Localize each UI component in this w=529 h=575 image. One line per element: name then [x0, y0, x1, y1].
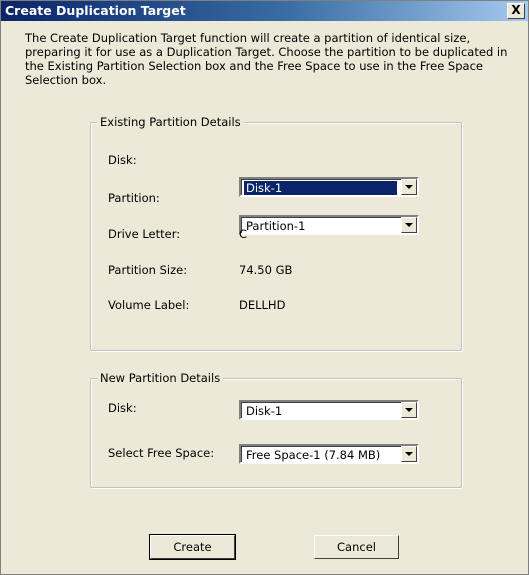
- existing-disk-label: Disk:: [108, 153, 137, 167]
- chevron-down-icon[interactable]: [401, 217, 417, 233]
- existing-disk-value: Disk-1: [244, 181, 397, 195]
- description-text: The Create Duplication Target function w…: [25, 31, 508, 87]
- drive-letter-label: Drive Letter:: [108, 227, 181, 241]
- create-button[interactable]: Create: [149, 534, 236, 560]
- dialog-title: Create Duplication Target: [5, 3, 186, 18]
- existing-disk-select[interactable]: Disk-1: [239, 177, 419, 197]
- free-space-value: Free Space-1 (7.84 MB): [246, 448, 381, 462]
- existing-partition-legend: Existing Partition Details: [97, 115, 244, 129]
- new-disk-select[interactable]: Disk-1: [239, 400, 419, 420]
- existing-partition-group: Existing Partition Details Disk: Disk-1 …: [90, 115, 462, 351]
- create-duplication-target-dialog: Create Duplication Target X The Create D…: [0, 0, 529, 575]
- drive-letter-value: C: [239, 227, 248, 241]
- volume-label-label: Volume Label:: [108, 298, 190, 312]
- volume-label-value: DELLHD: [239, 298, 286, 312]
- chevron-down-icon[interactable]: [401, 446, 417, 462]
- new-partition-legend: New Partition Details: [97, 371, 224, 385]
- new-disk-value: Disk-1: [246, 404, 283, 418]
- existing-partition-select[interactable]: Partition-1: [239, 215, 419, 235]
- title-bar[interactable]: Create Duplication Target X: [1, 1, 528, 21]
- close-button[interactable]: X: [507, 3, 525, 19]
- partition-size-value: 74.50 GB: [239, 263, 293, 277]
- new-partition-group: New Partition Details Disk: Disk-1 Selec…: [90, 371, 462, 488]
- existing-partition-label: Partition:: [108, 191, 160, 205]
- existing-partition-value: Partition-1: [246, 219, 306, 233]
- partition-size-label: Partition Size:: [108, 263, 188, 277]
- cancel-button[interactable]: Cancel: [314, 535, 399, 559]
- chevron-down-icon[interactable]: [401, 402, 417, 418]
- free-space-label: Select Free Space:: [108, 446, 215, 460]
- chevron-down-icon[interactable]: [401, 179, 417, 195]
- new-disk-label: Disk:: [108, 401, 137, 415]
- free-space-select[interactable]: Free Space-1 (7.84 MB): [239, 444, 419, 464]
